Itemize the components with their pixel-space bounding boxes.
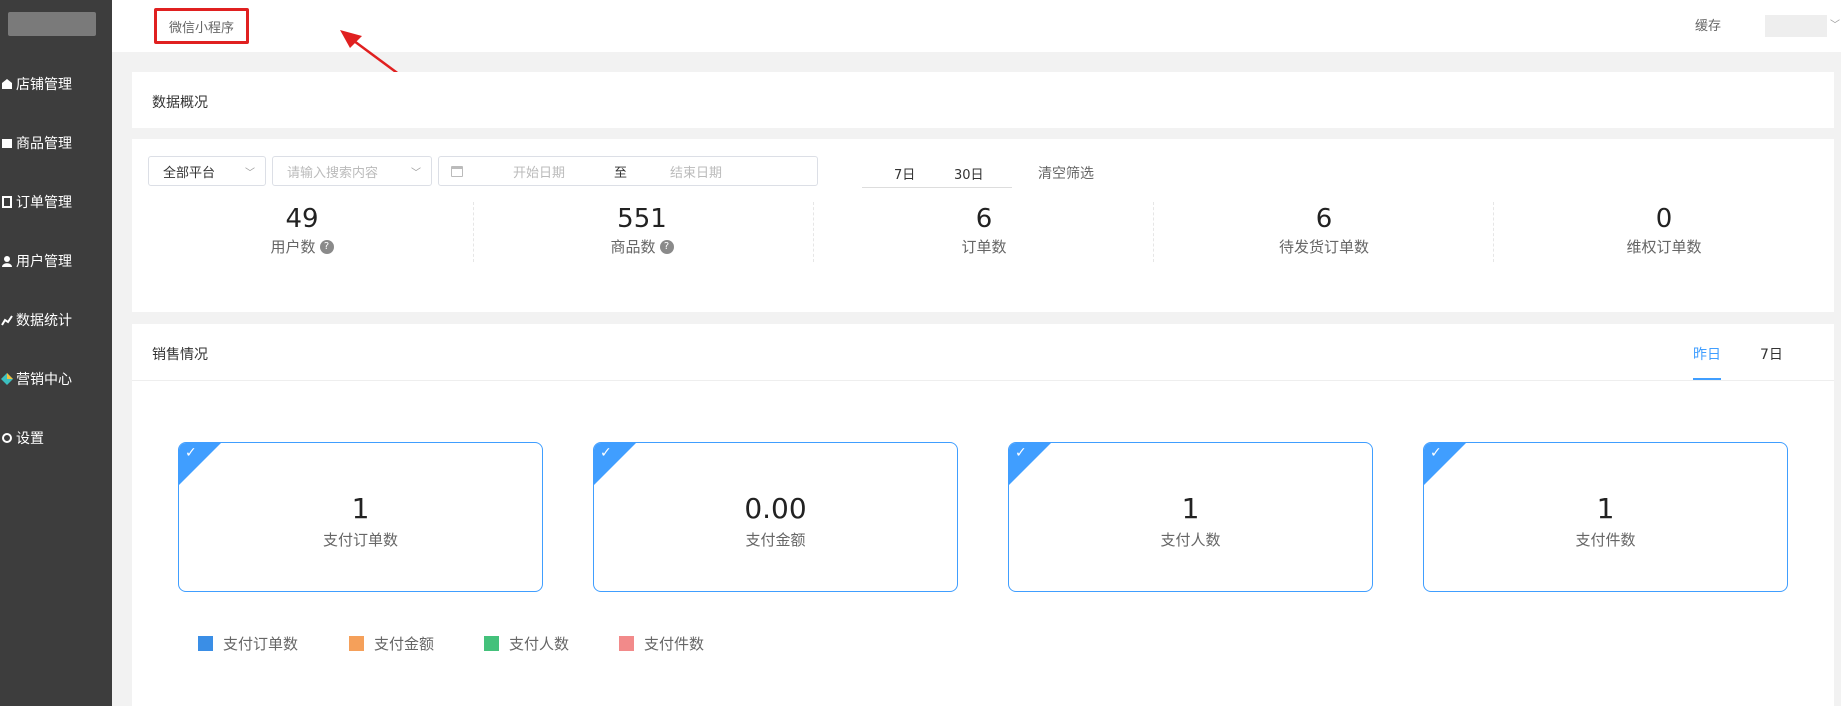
sidebar-item-goods[interactable]: 商品管理 (0, 129, 112, 157)
legend-label: 支付金额 (374, 635, 435, 653)
overview-header: 数据概况 (132, 72, 1834, 128)
stat-label: 待发货订单数 (1278, 238, 1369, 256)
sales-card-paid-amount[interactable]: ✓ 0.00 支付金额 (593, 442, 958, 592)
help-icon[interactable]: ? (659, 239, 674, 254)
card-label: 支付金额 (745, 531, 806, 549)
check-icon: ✓ (1430, 445, 1442, 461)
stat-value: 49 (285, 204, 319, 234)
chevron-down-icon: ﹀ (245, 168, 255, 179)
check-icon: ✓ (185, 445, 197, 461)
sidebar-item-label: 店铺管理 (16, 77, 72, 93)
search-select[interactable]: 请输入搜索内容 ﹀ (272, 156, 432, 186)
legend-paying-users[interactable]: 支付人数 (484, 633, 569, 654)
settings-icon (0, 431, 14, 445)
card-label: 支付件数 (1575, 531, 1636, 549)
legend-swatch (619, 636, 634, 651)
legend-swatch (198, 636, 213, 651)
calendar-icon (451, 165, 463, 177)
check-icon: ✓ (600, 445, 612, 461)
overview-title: 数据概况 (152, 95, 208, 111)
user-menu[interactable] (1765, 15, 1827, 37)
card-value: 1 (351, 492, 370, 525)
chevron-down-icon: ﹀ (411, 168, 421, 179)
end-date-input[interactable]: 结束日期 (670, 162, 722, 181)
card-value: 1 (1181, 492, 1200, 525)
stat-label: 商品数 (610, 238, 656, 256)
quick-range-7d[interactable]: 7日 (894, 164, 915, 183)
divider (1493, 202, 1494, 262)
stat-label: 维权订单数 (1626, 238, 1702, 256)
stat-label: 用户数 (270, 238, 316, 256)
tab-wechat-miniprogram[interactable]: 微信小程序 (154, 8, 249, 44)
card-label: 支付人数 (1160, 531, 1221, 549)
search-placeholder: 请输入搜索内容 (287, 165, 379, 181)
platform-select-value: 全部平台 (163, 165, 216, 181)
sales-card-paid-orders[interactable]: ✓ 1 支付订单数 (178, 442, 543, 592)
check-icon: ✓ (1015, 445, 1027, 461)
sidebar-item-label: 用户管理 (16, 254, 72, 270)
logo (8, 12, 96, 36)
store-icon (0, 77, 14, 91)
card-value: 1 (1596, 492, 1615, 525)
legend-paid-items[interactable]: 支付件数 (619, 633, 704, 654)
chart-icon (0, 313, 14, 327)
sidebar-item-label: 数据统计 (16, 313, 72, 329)
sales-card-paying-users[interactable]: ✓ 1 支付人数 (1008, 442, 1373, 592)
card-value: 0.00 (744, 492, 807, 525)
card-label: 支付订单数 (322, 531, 398, 549)
stat-pending-shipment: 6 待发货订单数 (1224, 202, 1424, 257)
sales-card-paid-items[interactable]: ✓ 1 支付件数 (1423, 442, 1788, 592)
legend-paid-orders[interactable]: 支付订单数 (198, 633, 298, 654)
date-separator: 至 (614, 165, 628, 181)
sidebar-item-orders[interactable]: 订单管理 (0, 188, 112, 216)
stat-value: 6 (1315, 204, 1333, 234)
marketing-icon (0, 372, 14, 386)
sidebar-item-statistics[interactable]: 数据统计 (0, 306, 112, 334)
user-icon (0, 254, 14, 268)
sidebar-item-label: 商品管理 (16, 136, 72, 152)
stat-users: 49 用户数? (202, 202, 402, 257)
sidebar-item-label: 订单管理 (16, 195, 72, 211)
divider (1153, 202, 1154, 262)
legend-swatch (484, 636, 499, 651)
tab-yesterday[interactable]: 昨日 (1693, 344, 1721, 364)
sidebar-item-store[interactable]: 店铺管理 (0, 70, 112, 98)
sidebar-item-settings[interactable]: 设置 (0, 424, 112, 452)
clear-filters-button[interactable]: 清空筛选 (1038, 163, 1094, 183)
tab-active-indicator (1693, 378, 1721, 380)
stat-orders: 6 订单数 (884, 202, 1084, 257)
stat-value: 551 (617, 204, 667, 234)
stat-value: 0 (1655, 204, 1673, 234)
sidebar: 店铺管理 商品管理 订单管理 用户管理 数据统计 营销中心 设置 (0, 0, 112, 706)
chevron-down-icon[interactable]: ﹀ (1830, 16, 1840, 31)
help-icon[interactable]: ? (319, 239, 334, 254)
divider (132, 380, 1834, 381)
legend-swatch (349, 636, 364, 651)
quick-range-30d[interactable]: 30日 (954, 164, 984, 183)
stat-value: 6 (975, 204, 993, 234)
tab-7days[interactable]: 7日 (1760, 344, 1783, 364)
sidebar-item-users[interactable]: 用户管理 (0, 247, 112, 275)
divider (813, 202, 814, 262)
sales-title: 销售情况 (152, 347, 208, 363)
top-bar: 微信小程序 缓存 ﹀ (112, 0, 1841, 94)
sidebar-item-label: 营销中心 (16, 372, 72, 388)
legend-label: 支付订单数 (223, 635, 299, 653)
legend-paid-amount[interactable]: 支付金额 (349, 633, 434, 654)
start-date-input[interactable]: 开始日期 (513, 162, 565, 181)
quick-range-group: 7日 30日 (862, 156, 1012, 188)
sidebar-item-label: 设置 (16, 431, 44, 447)
date-range-picker[interactable]: 开始日期 至 结束日期 (438, 156, 818, 186)
order-icon (0, 195, 14, 209)
divider (473, 202, 474, 262)
platform-select[interactable]: 全部平台 ﹀ (148, 156, 266, 186)
stat-after-sale: 0 维权订单数 (1564, 202, 1764, 257)
stat-goods: 551 商品数? (542, 202, 742, 257)
goods-icon (0, 136, 14, 150)
cache-button[interactable]: 缓存 (1695, 15, 1721, 34)
stat-label: 订单数 (961, 238, 1007, 256)
sidebar-item-marketing[interactable]: 营销中心 (0, 365, 112, 393)
legend-label: 支付人数 (509, 635, 570, 653)
legend-label: 支付件数 (644, 635, 705, 653)
